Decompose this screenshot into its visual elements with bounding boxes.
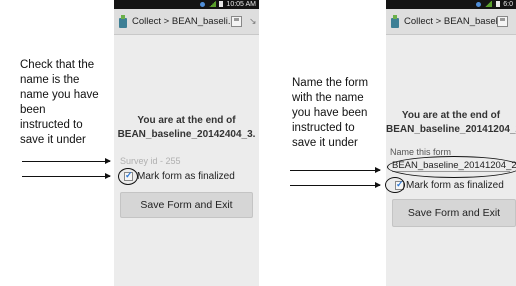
arrow-to-name-field-right xyxy=(290,167,381,173)
screen-title: Collect > BEAN_baseli... xyxy=(132,16,236,27)
arrow-to-checkbox-left xyxy=(22,173,111,179)
battery-icon xyxy=(219,1,224,8)
highlight-ellipse-checkbox-right xyxy=(385,177,405,193)
notification-icon xyxy=(199,1,205,7)
end-of-form-message: You are at the end of BEAN_baseline_2014… xyxy=(114,114,259,142)
goto-icon[interactable]: ↘ xyxy=(249,16,257,27)
screen-title: Collect > BEAN_baseli... xyxy=(404,16,508,27)
end-message-line1: You are at the end of xyxy=(137,115,236,126)
collect-app-icon xyxy=(119,15,127,28)
end-message-line1: You are at the end of xyxy=(401,110,501,121)
save-form-exit-button[interactable]: Save Form and Exit xyxy=(392,199,516,227)
instruction-note-left: Check that the name is the name you have… xyxy=(20,59,99,146)
action-bar: Collect > BEAN_baseli... ↘ xyxy=(114,9,259,35)
survey-id-label: Survey id - 255 xyxy=(120,156,181,166)
collect-app-icon xyxy=(391,15,399,28)
phone-screen-right: 6:0 Collect > BEAN_baseli... You are at … xyxy=(386,0,516,286)
save-form-exit-button[interactable]: Save Form and Exit xyxy=(120,192,253,218)
notification-icon xyxy=(476,1,482,7)
arrow-to-checkbox-right xyxy=(290,182,381,188)
finalize-checkbox-label: Mark form as finalized xyxy=(137,171,235,182)
status-bar: 6:0 xyxy=(386,0,516,9)
battery-icon xyxy=(496,1,501,8)
signal-icon xyxy=(208,1,216,8)
save-icon[interactable] xyxy=(497,16,508,27)
signal-icon xyxy=(485,1,493,8)
status-time: 6:0 xyxy=(503,1,513,8)
form-name-text: BEAN_baseline_20142404_3. xyxy=(117,129,256,140)
finalize-checkbox-label: Mark form as finalized xyxy=(406,180,504,191)
save-icon[interactable] xyxy=(231,16,242,27)
arrow-to-survey-left xyxy=(22,158,111,164)
highlight-ellipse-checkbox-left xyxy=(118,168,138,185)
end-of-form-message: You are at the end of BEAN_baseline_2014… xyxy=(386,109,516,137)
action-bar: Collect > BEAN_baseli... xyxy=(386,9,516,35)
instruction-note-right: Name the form with the name you have bee… xyxy=(292,77,369,149)
phone-screen-left: 10:05 AM Collect > BEAN_baseli... ↘ You … xyxy=(114,0,259,286)
status-time: 10:05 AM xyxy=(226,1,256,8)
status-bar: 10:05 AM xyxy=(114,0,259,9)
highlight-ellipse-name-right xyxy=(387,156,516,178)
form-name-text: BEAN_baseline_20141204_2. xyxy=(386,124,516,135)
